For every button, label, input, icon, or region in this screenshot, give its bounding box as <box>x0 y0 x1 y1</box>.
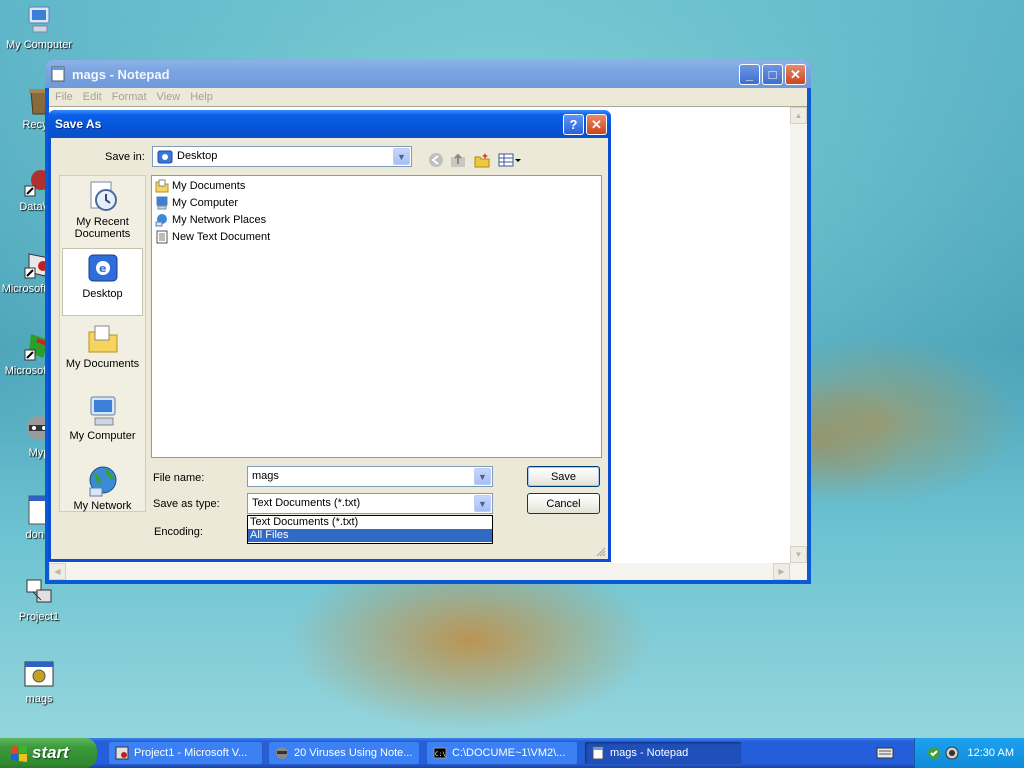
start-label: start <box>32 743 69 762</box>
new-folder-icon[interactable] <box>473 151 491 169</box>
vertical-scrollbar[interactable]: ▲ ▼ <box>790 107 807 563</box>
place-my-network[interactable]: My Network <box>60 464 145 512</box>
command-prompt-icon: C:\ <box>433 746 447 760</box>
scroll-down-icon[interactable]: ▼ <box>790 546 807 563</box>
type-option-text-documents[interactable]: Text Documents (*.txt) <box>248 516 492 529</box>
menu-file[interactable]: File <box>53 91 75 103</box>
dialog-title: Save As <box>55 117 102 131</box>
chevron-down-icon[interactable]: ▼ <box>393 148 410 165</box>
place-my-computer[interactable]: My Computer <box>60 394 145 442</box>
clock[interactable]: 12:30 AM <box>968 747 1014 759</box>
minimize-button[interactable]: _ <box>739 63 760 85</box>
place-label: My Computer <box>69 430 136 442</box>
dialog-close-button[interactable]: ✕ <box>586 113 607 135</box>
place-label: My Documents <box>65 358 140 370</box>
minimize-icon: _ <box>745 66 754 82</box>
save-as-type-dropdown-list: Text Documents (*.txt) All Files <box>247 515 493 544</box>
keyboard-icon[interactable] <box>876 746 894 760</box>
menu-help[interactable]: Help <box>188 91 215 103</box>
desktop-icon: e <box>86 252 120 286</box>
file-list[interactable]: My Documents My Computer My Network Plac… <box>151 175 602 458</box>
type-option-all-files[interactable]: All Files <box>248 529 492 542</box>
notepad-menubar: File Edit Format View Help <box>49 88 807 106</box>
svg-text:e: e <box>99 262 106 275</box>
close-button[interactable]: ✕ <box>785 63 806 85</box>
place-label: My Network <box>73 500 132 512</box>
save-in-combo[interactable]: Desktop ▼ <box>152 146 412 167</box>
help-button[interactable]: ? <box>563 113 584 135</box>
network-places-icon <box>155 213 169 227</box>
maximize-button[interactable]: □ <box>762 63 783 85</box>
batch-file-icon <box>23 658 55 690</box>
close-icon: ✕ <box>790 66 801 82</box>
places-bar: My Recent Documents e Desktop My Documen… <box>59 175 146 512</box>
place-my-documents[interactable]: My Documents <box>60 322 145 370</box>
network-globe-icon <box>86 464 120 498</box>
horizontal-scrollbar[interactable]: ◀ ▶ <box>49 563 807 580</box>
network-tray-icon[interactable] <box>926 745 942 761</box>
list-item[interactable]: My Network Places <box>155 211 266 228</box>
scroll-left-icon[interactable]: ◀ <box>49 563 66 580</box>
help-icon: ? <box>569 116 578 132</box>
my-documents-folder-icon <box>155 179 169 193</box>
scroll-right-icon[interactable]: ▶ <box>773 563 790 580</box>
back-icon[interactable] <box>427 151 445 169</box>
save-as-type-combo[interactable]: Text Documents (*.txt) ▼ <box>247 493 493 514</box>
recent-documents-icon <box>86 180 120 214</box>
notepad-titlebar[interactable]: mags - Notepad _ □ ✕ <box>45 60 811 88</box>
chevron-down-icon[interactable]: ▼ <box>474 495 491 512</box>
place-label: My Recent Documents <box>74 216 131 240</box>
task-notepad[interactable]: mags - Notepad <box>584 741 742 765</box>
desktop-icon-my-computer[interactable]: My Computer <box>0 4 78 51</box>
start-button[interactable]: start <box>0 738 97 768</box>
resize-grip-icon[interactable] <box>596 547 606 557</box>
notepad-app-icon <box>50 66 66 82</box>
scroll-up-icon[interactable]: ▲ <box>790 107 807 124</box>
my-computer-icon <box>23 4 55 36</box>
save-in-label: Save in: <box>105 151 145 163</box>
windows-logo-icon <box>10 744 28 762</box>
file-name-field[interactable]: mags ▼ <box>247 466 493 487</box>
my-computer-icon <box>155 196 169 210</box>
chevron-down-icon[interactable]: ▼ <box>474 468 491 485</box>
system-tray: 12:30 AM <box>914 738 1024 768</box>
desktop-folder-icon <box>157 149 173 165</box>
close-icon: ✕ <box>591 116 602 132</box>
maximize-icon: □ <box>768 66 777 82</box>
task-command-prompt[interactable]: C:\ C:\DOCUME~1\VM2\... <box>426 741 578 765</box>
list-item[interactable]: New Text Document <box>155 228 270 245</box>
notepad-icon <box>591 746 605 760</box>
list-item[interactable]: My Computer <box>155 194 238 211</box>
up-folder-icon[interactable] <box>449 151 467 169</box>
place-desktop[interactable]: e Desktop <box>62 248 143 316</box>
list-item[interactable]: My Documents <box>155 177 245 194</box>
place-label: Desktop <box>82 288 123 300</box>
encoding-label: Encoding: <box>154 526 203 538</box>
desktop-icon-mags[interactable]: mags <box>0 658 78 705</box>
dialog-titlebar[interactable]: Save As ? ✕ <box>48 110 611 138</box>
my-computer-icon <box>86 394 120 428</box>
file-name-label: File name: <box>153 472 205 484</box>
task-viruses-note[interactable]: 20 Viruses Using Note... <box>268 741 420 765</box>
menu-view[interactable]: View <box>155 91 183 103</box>
save-button[interactable]: Save <box>527 466 600 487</box>
volume-tray-icon[interactable] <box>944 745 960 761</box>
browser-icon <box>275 746 289 760</box>
place-recent-documents[interactable]: My Recent Documents <box>60 180 145 240</box>
text-document-icon <box>155 230 169 244</box>
views-menu-icon[interactable] <box>497 151 523 169</box>
save-in-value: Desktop <box>177 150 218 162</box>
notepad-title: mags - Notepad <box>72 66 170 82</box>
save-as-dialog: Save As ? ✕ Save in: Desktop ▼ My Recent… <box>48 110 611 562</box>
task-project1[interactable]: Project1 - Microsoft V... <box>108 741 263 765</box>
visual-basic-icon <box>115 746 129 760</box>
my-documents-folder-icon <box>86 322 120 356</box>
svg-text:C:\: C:\ <box>435 751 446 758</box>
menu-format[interactable]: Format <box>110 91 149 103</box>
save-as-type-label: Save as type: <box>153 498 220 510</box>
taskbar: start Project1 - Microsoft V... 20 Virus… <box>0 738 1024 768</box>
menu-edit[interactable]: Edit <box>81 91 104 103</box>
cancel-button[interactable]: Cancel <box>527 493 600 514</box>
